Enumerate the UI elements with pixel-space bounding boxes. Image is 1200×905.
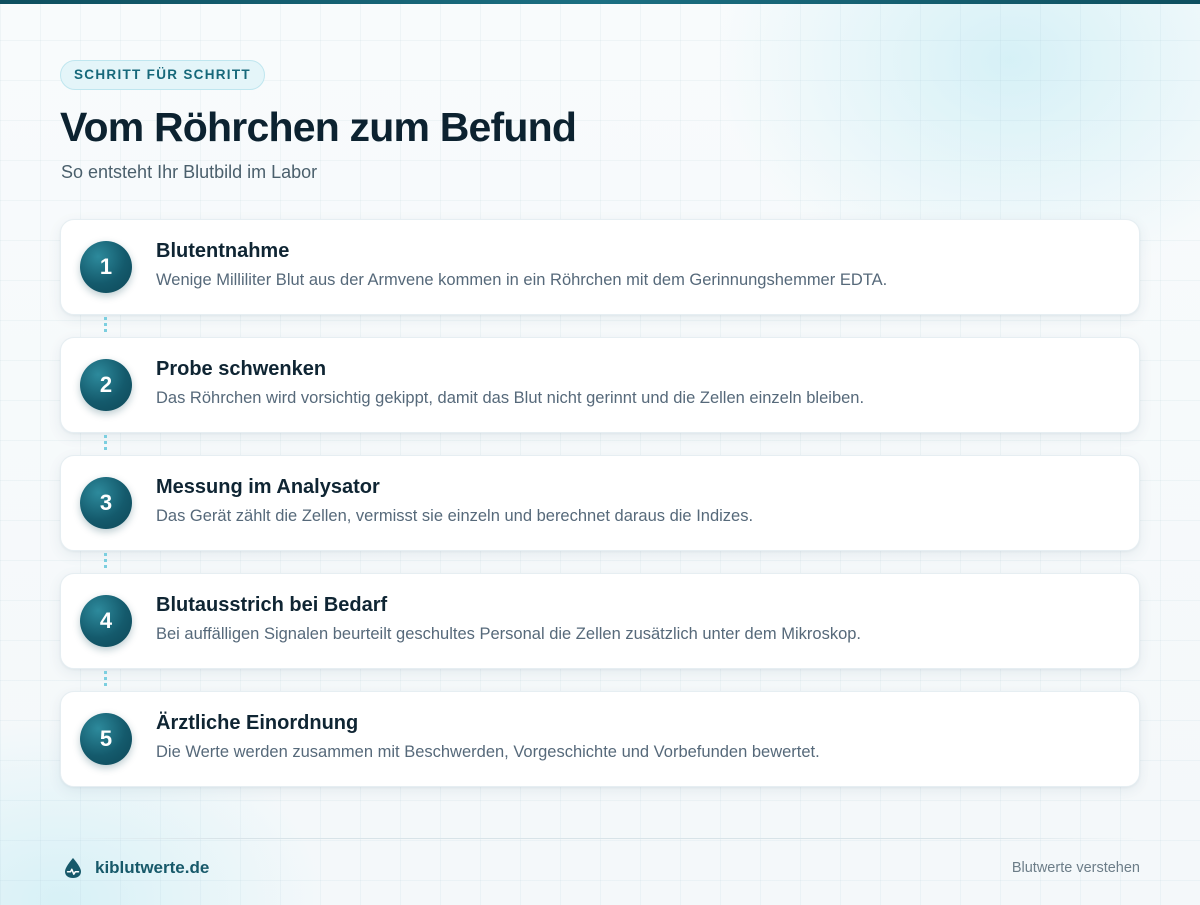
step-description: Das Röhrchen wird vorsichtig gekippt, da… — [156, 389, 865, 407]
step-card-4: 4 Blutausstrich bei Bedarf Bei auffällig… — [60, 573, 1140, 669]
step-number-badge: 3 — [80, 477, 132, 529]
step-title: Messung im Analysator — [156, 476, 380, 498]
step-title: Ärztliche Einordnung — [156, 712, 359, 734]
step-connector — [104, 671, 107, 687]
brand-link[interactable]: kiblutwerte.de — [95, 858, 209, 878]
page-title: Vom Röhrchen zum Befund — [60, 104, 577, 150]
footer-divider — [60, 838, 1140, 839]
step-description: Wenige Milliliter Blut aus der Armvene k… — [156, 271, 888, 289]
infographic: SCHRITT FÜR SCHRITT Vom Röhrchen zum Bef… — [0, 0, 1200, 905]
step-connector — [104, 435, 107, 451]
step-card-5: 5 Ärztliche Einordnung Die Werte werden … — [60, 691, 1140, 787]
step-connector — [104, 553, 107, 569]
step-number-badge: 1 — [80, 241, 132, 293]
step-title: Blutentnahme — [156, 240, 290, 262]
step-card-1: 1 Blutentnahme Wenige Milliliter Blut au… — [60, 219, 1140, 315]
step-connector — [104, 317, 107, 333]
footer-tagline: Blutwerte verstehen — [1011, 860, 1140, 876]
step-number-badge: 5 — [80, 713, 132, 765]
page-subtitle: So entsteht Ihr Blutbild im Labor — [61, 162, 318, 182]
step-title: Probe schwenken — [156, 358, 327, 380]
step-card-2: 2 Probe schwenken Das Röhrchen wird vors… — [60, 337, 1140, 433]
step-number-badge: 4 — [80, 595, 132, 647]
step-description: Das Gerät zählt die Zellen, vermisst sie… — [156, 507, 754, 525]
step-title: Blutausstrich bei Bedarf — [156, 594, 388, 616]
step-description: Die Werte werden zusammen mit Beschwerde… — [156, 743, 820, 761]
blood-drop-icon — [65, 858, 81, 878]
step-description: Bei auffälligen Signalen beurteilt gesch… — [156, 625, 862, 643]
step-number-badge: 2 — [80, 359, 132, 411]
eyebrow-badge: SCHRITT FÜR SCHRITT — [60, 60, 265, 90]
step-card-3: 3 Messung im Analysator Das Gerät zählt … — [60, 455, 1140, 551]
